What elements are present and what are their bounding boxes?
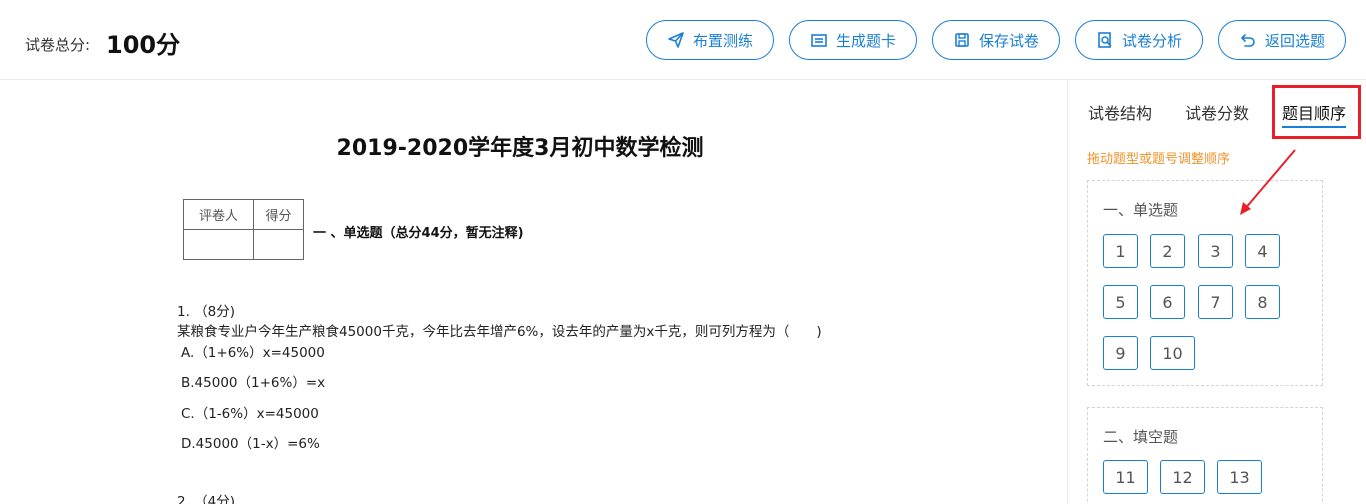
- save-paper-button[interactable]: 保存试卷: [932, 20, 1060, 60]
- question-2-head: 2. （4分): [177, 494, 236, 504]
- tab-paper-structure[interactable]: 试卷结构: [1088, 100, 1152, 124]
- grader-cell: [183, 229, 254, 260]
- tab-paper-score[interactable]: 试卷分数: [1185, 100, 1249, 124]
- question-number-button[interactable]: 10: [1150, 336, 1195, 370]
- generate-card-label: 生成题卡: [835, 31, 896, 50]
- paper-analysis-button[interactable]: 试卷分析: [1075, 20, 1203, 60]
- annotation-highlight-box: [1272, 85, 1361, 139]
- question-number-button[interactable]: 3: [1198, 234, 1233, 268]
- score-cell: [253, 229, 304, 260]
- generate-card-button[interactable]: 生成题卡: [789, 20, 917, 60]
- group-title: 二、填空题: [1103, 428, 1179, 446]
- score-header: 得分: [253, 199, 304, 230]
- grader-header: 评卷人: [183, 199, 254, 230]
- question-number-button[interactable]: 8: [1245, 285, 1280, 319]
- side-panel: 试卷结构 试卷分数 题目顺序 拖动题型或题号调整顺序 一、单选题 1 2 3 4…: [1067, 80, 1366, 504]
- total-score-label: 试卷总分:: [25, 36, 91, 54]
- question-1-option-c: C.（1-6%）x=45000: [181, 406, 319, 422]
- return-select-label: 返回选题: [1264, 31, 1325, 50]
- question-number-button[interactable]: 7: [1198, 285, 1233, 319]
- group-title: 一、单选题: [1103, 201, 1179, 219]
- question-number-button[interactable]: 6: [1150, 285, 1185, 319]
- question-1-option-b: B.45000（1+6%）=x: [181, 375, 326, 391]
- question-number-button[interactable]: 9: [1103, 336, 1138, 370]
- annotation-arrow-icon: [1240, 149, 1296, 215]
- total-score-value: 100分: [106, 31, 181, 59]
- question-number-button[interactable]: 2: [1150, 234, 1185, 268]
- question-number-button[interactable]: 5: [1103, 285, 1138, 319]
- drag-hint: 拖动题型或题号调整顺序: [1087, 152, 1231, 167]
- analysis-search-icon: [1096, 31, 1114, 49]
- paper-title: 2019-2020学年度3月初中数学检测: [336, 136, 704, 161]
- section-title-single-choice: 一 、单选题（总分44分，暂无注释): [313, 226, 524, 241]
- paper-preview: 2019-2020学年度3月初中数学检测 评卷人 得分 一 、单选题（总分44分…: [0, 80, 1067, 504]
- top-toolbar: 试卷总分: 100分 布置测练 生成题卡 保存试卷 试卷分析 返回选题: [0, 0, 1366, 80]
- paper-plane-icon: [667, 31, 685, 49]
- save-icon: [953, 31, 971, 49]
- card-icon: [810, 31, 828, 49]
- question-number-button[interactable]: 12: [1160, 460, 1205, 494]
- question-number-button[interactable]: 4: [1245, 234, 1280, 268]
- assign-practice-button[interactable]: 布置测练: [646, 20, 774, 60]
- question-number-button[interactable]: 1: [1103, 234, 1138, 268]
- question-number-button[interactable]: 11: [1103, 460, 1148, 494]
- assign-practice-label: 布置测练: [692, 31, 753, 50]
- return-select-button[interactable]: 返回选题: [1218, 20, 1346, 60]
- return-icon: [1239, 31, 1257, 49]
- question-1-stem: 某粮食专业户今年生产粮食45000千克，今年比去年增产6%，设去年的产量为x千克…: [177, 324, 822, 340]
- save-paper-label: 保存试卷: [978, 31, 1039, 50]
- question-group-fill-blank[interactable]: 二、填空题 11 12 13: [1087, 407, 1323, 504]
- paper-analysis-label: 试卷分析: [1121, 31, 1182, 50]
- grader-score-table: 评卷人 得分: [183, 199, 304, 260]
- question-number-button[interactable]: 13: [1217, 460, 1262, 494]
- question-1-option-d: D.45000（1-x）=6%: [181, 436, 320, 452]
- question-1-option-a: A.（1+6%）x=45000: [181, 345, 325, 361]
- question-1-head: 1. （8分): [177, 304, 236, 320]
